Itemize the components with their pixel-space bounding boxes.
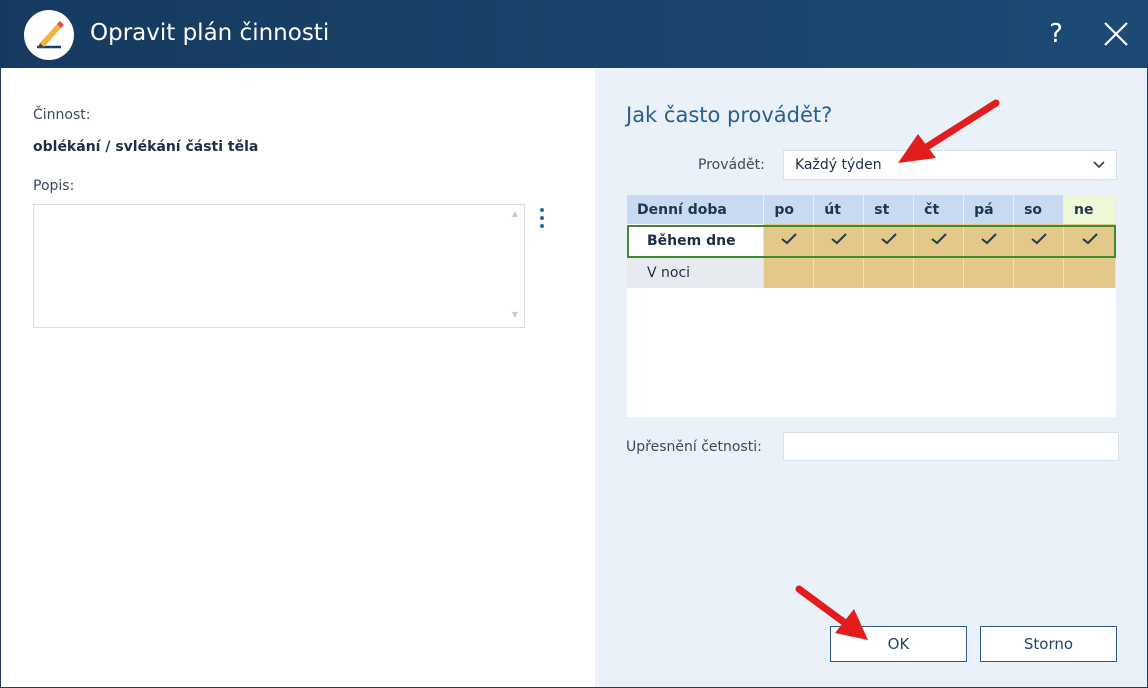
frequency-detail-input[interactable] [783,432,1119,461]
scroll-down-icon[interactable]: ▼ [510,310,520,320]
schedule-cell[interactable] [913,257,965,288]
description-textarea[interactable] [33,204,525,328]
help-button[interactable]: ? [1040,16,1072,52]
schedule-table: Denní doba po út st čt pá so ne Během dne V noc… [627,195,1116,288]
header-day-5: so [1013,195,1064,224]
window-title: Opravit plán činnosti [90,20,330,46]
perform-select[interactable]: Každý týden [783,150,1117,180]
schedule-row-label: Během dne [627,224,765,257]
header-day-4: pá [963,195,1015,224]
header-day-2: st [863,195,915,224]
perform-select-value: Každý týden [795,157,882,173]
header-time-of-day: Denní doba [627,195,765,224]
schedule-cell[interactable] [1063,257,1116,288]
title-bar: Opravit plán činnosti ? [0,0,1148,68]
schedule-cell[interactable] [1013,257,1064,288]
activity-value: oblékání / svlékání části těla [33,139,259,155]
header-day-6: ne [1063,195,1116,224]
schedule-row-label: V noci [627,257,765,288]
header-day-1: út [813,195,865,224]
schedule-cell[interactable] [963,224,1015,257]
checkmark-icon [980,232,997,244]
schedule-cell[interactable] [763,257,815,288]
scroll-up-icon[interactable]: ▲ [510,209,520,219]
schedule-cell[interactable] [963,257,1015,288]
close-icon[interactable] [1098,16,1134,52]
checkmark-icon [881,232,897,244]
section-title: Jak často provádět? [626,103,833,127]
schedule-row[interactable]: V noci [627,257,1116,288]
more-options-icon[interactable] [535,206,549,232]
schedule-row[interactable]: Během dne [627,224,1116,257]
description-label: Popis: [33,178,75,194]
schedule-cell[interactable] [913,224,965,257]
checkmark-icon [831,232,847,244]
checkmark-icon [781,232,797,244]
pencil-icon [24,10,74,60]
schedule-cell[interactable] [1013,224,1064,257]
cancel-button[interactable]: Storno [980,626,1117,662]
checkmark-icon [1030,232,1047,244]
header-day-0: po [763,195,815,224]
schedule-cell[interactable] [763,224,815,257]
schedule-header-row: Denní doba po út st čt pá so ne [627,195,1116,224]
schedule-cell[interactable] [863,224,915,257]
schedule-cell[interactable] [813,257,865,288]
ok-button[interactable]: OK [830,626,967,662]
checkmark-icon [1081,232,1098,244]
activity-label: Činnost: [33,107,91,123]
schedule-cell[interactable] [813,224,865,257]
header-day-3: čt [913,195,965,224]
schedule-grid: Denní doba po út st čt pá so ne Během dne V noc… [627,195,1116,417]
checkmark-icon [931,232,947,244]
schedule-cell[interactable] [1063,224,1116,257]
chevron-down-icon [1093,161,1105,169]
perform-label: Provádět: [698,157,765,173]
frequency-detail-label: Upřesnění četnosti: [626,439,762,455]
schedule-cell[interactable] [863,257,915,288]
